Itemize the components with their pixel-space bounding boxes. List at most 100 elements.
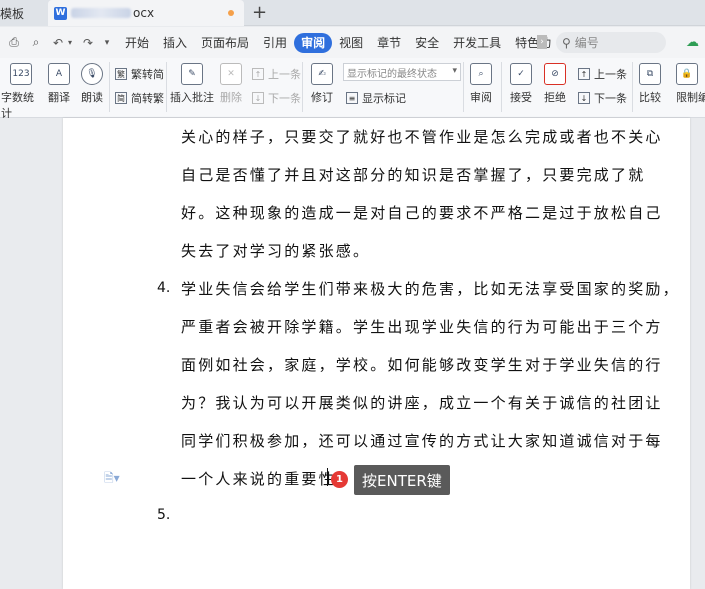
review-pane-button[interactable]: ⌕ 审阅: [467, 63, 495, 105]
hint-tooltip: 按ENTER键: [354, 465, 450, 495]
delete-comment-label: 删除: [220, 91, 242, 104]
prev-change-button[interactable]: ↑ 上一条: [578, 66, 627, 82]
search-placeholder: 编号: [574, 36, 599, 50]
paragraph-line: 失去了对学习的紧张感。: [181, 242, 371, 260]
tab-document-label: ocx: [133, 6, 155, 20]
undo-dropdown-icon[interactable]: ▾: [66, 35, 74, 51]
track-changes-icon: ✍: [311, 63, 333, 85]
restrict-edit-icon: 🔒: [676, 63, 698, 85]
list-item-line: 严重者会被开除学籍。学生出现学业失信的行为可能出于三个方: [181, 318, 663, 336]
review-pane-label: 审阅: [470, 91, 492, 104]
menu-insert[interactable]: 插入: [156, 33, 194, 53]
prev-comment-label: 上一条: [268, 68, 301, 81]
tab-template-label: 模板: [0, 6, 25, 21]
next-change-button[interactable]: ↓ 下一条: [578, 90, 627, 106]
review-pane-icon: ⌕: [470, 63, 492, 85]
prev-comment-button[interactable]: ↑ 上一条: [252, 66, 301, 82]
show-markup-label: 显示标记: [362, 92, 406, 105]
new-tab-plus-icon[interactable]: +: [252, 2, 267, 23]
hint-text: 按ENTER键: [362, 471, 442, 490]
convert-icon: 繁: [115, 68, 127, 80]
accept-check-icon: ✓: [510, 63, 532, 85]
track-changes-label: 修订: [311, 91, 333, 104]
microphone-icon: 🎙: [81, 63, 103, 85]
word-count-button[interactable]: 123 字数统计: [1, 63, 41, 121]
list-item-line: 同学们积极参加，还可以通过宣传的方式让大家知道诚信对于每: [181, 432, 663, 450]
menu-developer[interactable]: 开发工具: [446, 33, 508, 53]
blurred-filename: [71, 8, 131, 18]
menu-features[interactable]: 特色功: [508, 33, 558, 53]
read-aloud-button[interactable]: 🎙 朗读: [78, 63, 106, 105]
simplified-to-traditional-button[interactable]: 简 简转繁: [115, 90, 164, 106]
show-markup-icon: ≡: [346, 92, 358, 104]
menu-review[interactable]: 审阅: [294, 32, 333, 53]
reject-icon: ⊘: [544, 63, 566, 85]
menu-security[interactable]: 安全: [408, 33, 446, 53]
menu-page-layout[interactable]: 页面布局: [194, 33, 256, 53]
next-comment-icon: ↓: [252, 92, 264, 104]
markup-mode-select[interactable]: 显示标记的最终状态 ▾: [343, 63, 461, 81]
menu-references[interactable]: 引用: [256, 33, 294, 53]
paragraph-line: 自己是否懂了并且对这部分的知识是否掌握了，只要完成了就: [181, 166, 646, 184]
compare-label: 比较: [639, 91, 661, 104]
cloud-sync-icon[interactable]: ☁: [686, 35, 699, 50]
menu-sections[interactable]: 章节: [370, 33, 408, 53]
customize-dropdown-icon[interactable]: ▾: [102, 35, 112, 51]
convert-icon-2: 简: [115, 92, 127, 104]
review-ribbon: 123 字数统计 A 翻译 🎙 朗读 繁 繁转简 简 简转繁 ✎ 插入批注 ✕ …: [0, 58, 705, 121]
prev-change-icon: ↑: [578, 68, 590, 80]
accept-button[interactable]: ✓ 接受: [507, 63, 535, 105]
next-change-icon: ↓: [578, 92, 590, 104]
insert-comment-label: 插入批注: [170, 91, 214, 104]
print-preview-icon[interactable]: ⌕: [28, 35, 44, 51]
undo-icon[interactable]: ↶: [50, 35, 66, 51]
translate-button[interactable]: A 翻译: [44, 63, 74, 105]
search-icon: ⚲: [562, 35, 571, 50]
read-aloud-label: 朗读: [81, 91, 103, 104]
word-count-icon: 123: [10, 63, 32, 85]
next-change-label: 下一条: [594, 92, 627, 105]
next-comment-button[interactable]: ↓ 下一条: [252, 90, 301, 106]
list-item-line: 学业失信会给学生们带来极大的危害，比如无法享受国家的奖励，: [181, 280, 680, 298]
list-item-line: 面例如社会，家庭，学校。如何能够改变学生对于学业失信的行: [181, 356, 663, 374]
simplified-to-traditional-label: 简转繁: [131, 92, 164, 105]
compare-button[interactable]: ⧉ 比较: [636, 63, 664, 105]
translate-icon: A: [48, 63, 70, 85]
paragraph-line: 关心的样子，只要交了就好也不管作业是怎么完成或者也不关心: [181, 128, 663, 146]
paragraph-marker-icon[interactable]: 🗎▾: [104, 469, 120, 490]
search-box[interactable]: ⚲ 编号: [556, 32, 666, 53]
menu-home[interactable]: 开始: [118, 33, 156, 53]
markup-mode-value: 显示标记的最终状态: [347, 68, 437, 80]
word-doc-icon: W: [54, 6, 67, 20]
tab-template[interactable]: 模板: [0, 0, 48, 26]
compare-icon: ⧉: [639, 63, 661, 85]
menu-scroll-right-icon[interactable]: ›: [537, 35, 547, 49]
track-changes-button[interactable]: ✍ 修订: [307, 63, 337, 105]
chevron-down-icon: ▾: [452, 66, 457, 76]
text-cursor: [327, 468, 328, 486]
next-comment-label: 下一条: [268, 92, 301, 105]
traditional-to-simplified-button[interactable]: 繁 繁转简: [115, 66, 164, 82]
show-markup-button[interactable]: ≡ 显示标记: [346, 90, 406, 106]
reject-button[interactable]: ⊘ 拒绝: [541, 63, 569, 105]
reject-label: 拒绝: [544, 91, 566, 104]
step-badge: 1: [331, 471, 348, 488]
translate-label: 翻译: [48, 91, 70, 104]
restrict-edit-button[interactable]: 🔒 限制编: [676, 63, 705, 105]
traditional-to-simplified-label: 繁转简: [131, 68, 164, 81]
unsaved-dot-icon: [228, 10, 234, 16]
redo-icon[interactable]: ↷: [80, 35, 96, 51]
tab-document[interactable]: W ocx: [48, 0, 244, 26]
print-icon[interactable]: ⎙: [6, 35, 22, 51]
list-number-5: 5.: [157, 507, 171, 523]
list-number-4: 4.: [157, 280, 171, 296]
tab-bar: 模板 W ocx +: [0, 0, 705, 26]
insert-comment-button[interactable]: ✎ 插入批注: [170, 63, 214, 105]
list-item-line: 为？我认为可以开展类似的讲座，成立一个有关于诚信的社团让: [181, 394, 663, 412]
prev-change-label: 上一条: [594, 68, 627, 81]
delete-comment-icon: ✕: [220, 63, 242, 85]
delete-comment-button[interactable]: ✕ 删除: [217, 63, 245, 105]
accept-label: 接受: [510, 91, 532, 104]
menu-view[interactable]: 视图: [332, 33, 370, 53]
word-count-label: 字数统计: [1, 91, 34, 120]
